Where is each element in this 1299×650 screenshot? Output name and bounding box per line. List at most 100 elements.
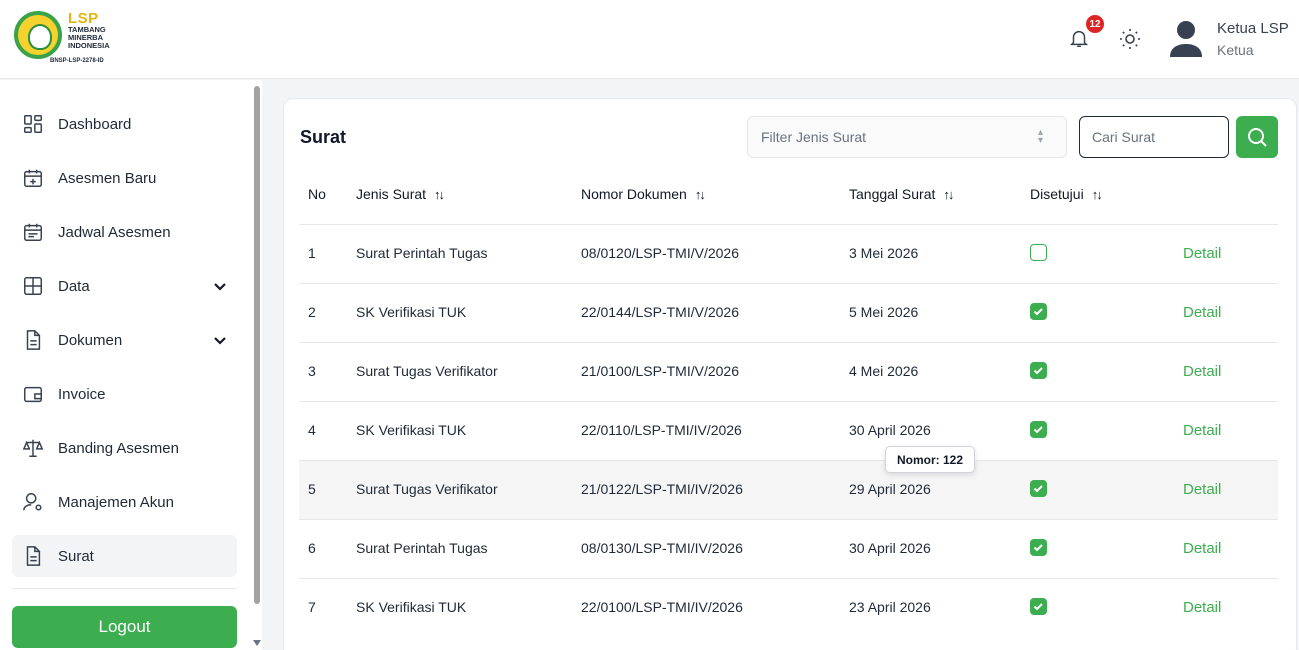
logo-emblem-icon	[14, 11, 62, 59]
wallet-icon	[24, 386, 42, 403]
sidebar-item-dashboard[interactable]: Dashboard	[12, 103, 237, 145]
tanggal-surat-cell: 30 April 2026	[849, 540, 931, 556]
jenis-surat-cell: Surat Perintah Tugas	[356, 540, 488, 556]
sidebar-item-asesmen-baru[interactable]: Asesmen Baru	[12, 157, 237, 199]
sidebar-item-manajemen-akun[interactable]: Manajemen Akun	[12, 481, 237, 523]
sidebar-item-label: Banding Asesmen	[58, 439, 179, 457]
top-header: LSP TAMBANG MINERBA INDONESIA BNSP-LSP-2…	[0, 0, 1299, 79]
sidebar-item-label: Invoice	[58, 385, 106, 403]
scale-icon	[22, 439, 44, 457]
logout-button[interactable]: Logout	[12, 606, 237, 648]
filter-jenis-surat-select[interactable]: Filter Jenis Surat ▴ ▾	[747, 116, 1067, 158]
tooltip: Nomor: 122	[885, 446, 976, 473]
page-title: Surat	[300, 127, 347, 147]
table-row[interactable]: 2 SK Verifikasi TUK 22/0144/LSP-TMI/V/2026…	[299, 283, 1278, 342]
column-header-jenis-surat[interactable]: Jenis Surat ↑↓	[356, 186, 445, 202]
sidebar-scrollbar-thumb[interactable]	[254, 86, 260, 604]
sort-icon[interactable]: ↑↓	[943, 187, 954, 202]
table-row[interactable]: 7 SK Verifikasi TUK 22/0100/LSP-TMI/IV/202…	[299, 578, 1278, 637]
detail-link[interactable]: Detail	[1183, 304, 1221, 321]
nomor-dokumen-cell: 21/0122/LSP-TMI/IV/2026	[581, 481, 743, 497]
search-icon	[1248, 128, 1267, 147]
sidebar-item-label: Jadwal Asesmen	[58, 223, 171, 241]
disetujui-checkbox[interactable]	[1030, 362, 1047, 379]
dashboard-icon	[24, 115, 42, 133]
table-row[interactable]: 6 Surat Perintah Tugas 08/0130/LSP-TMI/IV/…	[299, 519, 1278, 578]
sidebar-item-invoice[interactable]: Invoice	[12, 373, 237, 415]
sidebar-item-label: Asesmen Baru	[58, 169, 157, 187]
tanggal-surat-cell: 29 April 2026	[849, 481, 931, 497]
column-header-tanggal-surat[interactable]: Tanggal Surat ↑↓	[849, 186, 954, 202]
sort-icon[interactable]: ↑↓	[434, 187, 445, 202]
chevron-down-icon[interactable]	[212, 278, 228, 294]
filter-placeholder: Filter Jenis Surat	[761, 129, 867, 145]
search-button[interactable]	[1236, 116, 1278, 158]
scroll-down-arrow-icon[interactable]	[253, 640, 261, 646]
check-icon	[1033, 426, 1043, 434]
sidebar-item-label: Manajemen Akun	[58, 493, 174, 511]
check-icon	[1033, 367, 1043, 375]
logo-text: LSP TAMBANG MINERBA INDONESIA	[68, 11, 110, 50]
disetujui-checkbox[interactable]	[1030, 480, 1047, 497]
sidebar-item-data[interactable]: Data	[12, 265, 237, 307]
disetujui-checkbox[interactable]	[1030, 598, 1047, 615]
detail-link[interactable]: Detail	[1183, 245, 1221, 262]
detail-link[interactable]: Detail	[1183, 363, 1221, 380]
sun-icon[interactable]	[1118, 27, 1142, 51]
logo-line3: INDONESIA	[68, 41, 110, 50]
jenis-surat-cell: Surat Tugas Verifikator	[356, 363, 498, 379]
column-header-label: No	[308, 186, 326, 202]
sidebar-item-label: Dokumen	[58, 331, 123, 349]
disetujui-checkbox[interactable]	[1030, 303, 1047, 320]
avatar[interactable]	[1168, 17, 1204, 61]
jenis-surat-cell: SK Verifikasi TUK	[356, 304, 467, 320]
user-gear-icon	[23, 493, 42, 511]
disetujui-checkbox[interactable]	[1030, 244, 1047, 261]
sidebar-item-surat[interactable]: Surat	[12, 535, 237, 577]
table-row[interactable]: 4 SK Verifikasi TUK 22/0110/LSP-TMI/IV/202…	[299, 401, 1278, 460]
table-row[interactable]: 3 Surat Tugas Verifikator 21/0100/LSP-TMI/…	[299, 342, 1278, 401]
column-header-label: Disetujui	[1030, 186, 1084, 202]
sort-icon[interactable]: ↑↓	[695, 187, 706, 202]
logo-title: LSP	[68, 10, 99, 27]
nomor-dokumen-cell: 08/0120/LSP-TMI/V/2026	[581, 245, 739, 261]
select-caret-icon: ▴ ▾	[1038, 127, 1044, 146]
table-row[interactable]: 1 Surat Perintah Tugas 08/0120/LSP-TMI/V/2…	[299, 224, 1278, 283]
sort-icon[interactable]: ↑↓	[1092, 187, 1103, 202]
detail-link[interactable]: Detail	[1183, 540, 1221, 557]
column-header-label: Jenis Surat	[356, 186, 427, 202]
calendar-plus-icon	[24, 169, 42, 187]
user-role: Ketua	[1217, 42, 1254, 58]
nomor-dokumen-cell: 22/0100/LSP-TMI/IV/2026	[581, 599, 743, 615]
detail-link[interactable]: Detail	[1183, 422, 1221, 439]
sidebar-item-banding-asesmen[interactable]: Banding Asesmen	[12, 427, 237, 469]
sidebar-item-jadwal-asesmen[interactable]: Jadwal Asesmen	[12, 211, 237, 253]
calendar-icon	[24, 223, 42, 241]
sidebar-item-dokumen[interactable]: Dokumen	[12, 319, 237, 361]
row-number: 2	[308, 304, 316, 320]
column-header-nomor-dokumen[interactable]: Nomor Dokumen ↑↓	[581, 186, 706, 202]
tanggal-surat-cell: 23 April 2026	[849, 599, 931, 615]
disetujui-checkbox[interactable]	[1030, 421, 1047, 438]
jenis-surat-cell: SK Verifikasi TUK	[356, 422, 467, 438]
tanggal-surat-cell: 3 Mei 2026	[849, 245, 919, 261]
nomor-dokumen-cell: 21/0100/LSP-TMI/V/2026	[581, 363, 739, 379]
table-row[interactable]: 5 Surat Tugas Verifikator 21/0122/LSP-TMI/…	[299, 460, 1278, 519]
search-input[interactable]	[1079, 116, 1229, 158]
detail-link[interactable]: Detail	[1183, 599, 1221, 616]
logo-code: BNSP-LSP-2278-ID	[50, 58, 104, 64]
chevron-down-icon[interactable]	[212, 332, 228, 348]
lsp-logo[interactable]: LSP TAMBANG MINERBA INDONESIA BNSP-LSP-2…	[14, 11, 110, 64]
nomor-dokumen-cell: 22/0110/LSP-TMI/IV/2026	[581, 422, 742, 438]
disetujui-checkbox[interactable]	[1030, 539, 1047, 556]
detail-link[interactable]: Detail	[1183, 481, 1221, 498]
sidebar-item-label: Surat	[58, 547, 94, 565]
tanggal-surat-cell: 4 Mei 2026	[849, 363, 919, 379]
tanggal-surat-cell: 5 Mei 2026	[849, 304, 919, 320]
column-header-label: Tanggal Surat	[849, 186, 936, 202]
check-icon	[1033, 603, 1043, 611]
jenis-surat-cell: Surat Perintah Tugas	[356, 245, 488, 261]
sidebar-divider	[12, 588, 237, 589]
column-header-disetujui[interactable]: Disetujui ↑↓	[1030, 186, 1103, 202]
row-number: 6	[308, 540, 316, 556]
